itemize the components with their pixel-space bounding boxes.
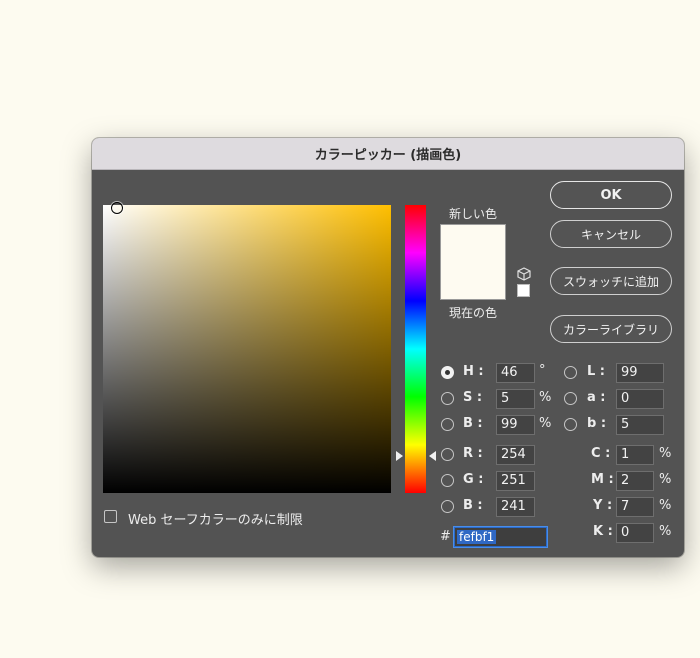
unit-s: % xyxy=(539,390,552,405)
radio-lab-b[interactable] xyxy=(564,418,577,431)
dialog-title-text: カラーピッカー (描画色) xyxy=(314,148,462,163)
new-color-swatch xyxy=(440,224,506,300)
radio-g[interactable] xyxy=(441,474,454,487)
color-field[interactable] xyxy=(103,205,391,493)
label-c: C : xyxy=(591,446,611,461)
label-rgb-b: B : xyxy=(463,498,483,513)
radio-b[interactable] xyxy=(441,418,454,431)
unit-m: % xyxy=(659,472,672,487)
input-r[interactable]: 254 xyxy=(496,445,535,465)
input-c[interactable]: 1 xyxy=(616,445,654,465)
input-l[interactable]: 99 xyxy=(616,363,664,383)
label-m: M : xyxy=(591,472,614,487)
hue-slider[interactable] xyxy=(405,205,426,493)
input-b[interactable]: 99 xyxy=(496,415,535,435)
input-h[interactable]: 46 xyxy=(496,363,535,383)
cube-icon[interactable] xyxy=(517,267,531,281)
hex-input[interactable]: fefbf1 xyxy=(454,527,547,547)
unit-c: % xyxy=(659,446,672,461)
label-b: B : xyxy=(463,416,483,431)
label-l: L : xyxy=(587,364,606,379)
label-h: H : xyxy=(463,364,484,379)
hex-value: fefbf1 xyxy=(457,530,497,544)
radio-a[interactable] xyxy=(564,392,577,405)
label-lab-b: b : xyxy=(587,416,607,431)
label-s: S : xyxy=(463,390,483,405)
add-to-swatches-button[interactable]: スウォッチに追加 xyxy=(550,267,672,295)
current-color-label: 現在の色 xyxy=(449,306,498,320)
label-a: a : xyxy=(587,390,606,405)
radio-rgb-b[interactable] xyxy=(441,500,454,513)
radio-r[interactable] xyxy=(441,448,454,461)
radio-h[interactable] xyxy=(441,366,454,379)
label-y: Y : xyxy=(593,498,613,513)
cancel-button[interactable]: キャンセル xyxy=(550,220,672,248)
input-a[interactable]: 0 xyxy=(616,389,664,409)
label-g: G : xyxy=(463,472,484,487)
color-libraries-button[interactable]: カラーライブラリ xyxy=(550,315,672,343)
new-color-label: 新しい色 xyxy=(449,207,498,221)
unit-k: % xyxy=(659,524,672,539)
ok-button[interactable]: OK xyxy=(550,181,672,209)
unit-y: % xyxy=(659,498,672,513)
websafe-checkbox[interactable] xyxy=(104,510,117,523)
websafe-color-swatch[interactable] xyxy=(517,284,530,297)
input-m[interactable]: 2 xyxy=(616,471,654,491)
unit-h: ° xyxy=(539,363,546,378)
hex-prefix: # xyxy=(440,529,451,544)
input-rgb-b[interactable]: 241 xyxy=(496,497,535,517)
hue-slider-handle-right[interactable] xyxy=(429,451,436,461)
websafe-label[interactable]: Web セーフカラーのみに制限 xyxy=(128,509,303,528)
label-k: K : xyxy=(593,524,613,539)
radio-l[interactable] xyxy=(564,366,577,379)
unit-b: % xyxy=(539,416,552,431)
input-s[interactable]: 5 xyxy=(496,389,535,409)
input-y[interactable]: 7 xyxy=(616,497,654,517)
color-picker-dialog: カラーピッカー (描画色) 新しい色 現在の色 OK キャンセル スウォッチに追… xyxy=(92,138,684,557)
label-r: R : xyxy=(463,446,483,461)
dialog-title: カラーピッカー (描画色) xyxy=(92,138,684,170)
color-field-marker[interactable] xyxy=(111,202,123,214)
input-lab-b[interactable]: 5 xyxy=(616,415,664,435)
radio-s[interactable] xyxy=(441,392,454,405)
hue-slider-handle-left[interactable] xyxy=(396,451,403,461)
input-k[interactable]: 0 xyxy=(616,523,654,543)
input-g[interactable]: 251 xyxy=(496,471,535,491)
